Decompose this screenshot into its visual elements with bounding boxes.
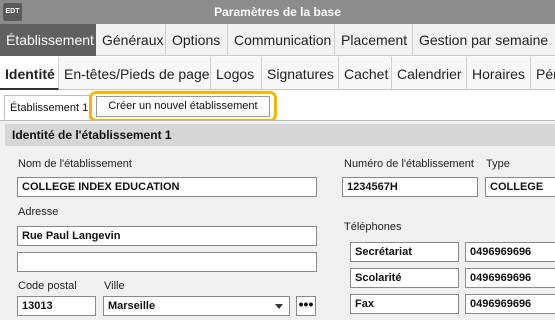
more-options-button[interactable]: ••• xyxy=(296,296,316,316)
phones-label: Téléphones xyxy=(344,221,402,233)
establishment-tab-1[interactable]: Établissement 1 xyxy=(4,95,90,119)
create-establishment-button[interactable]: Créer un nouvel établissement xyxy=(96,96,270,117)
subtab-cachet[interactable]: Cachet xyxy=(339,57,392,90)
type-label: Type xyxy=(486,158,510,170)
phone-label-scolarite: Scolarité xyxy=(350,268,459,288)
section-title: Identité de l'établissement 1 xyxy=(5,124,555,146)
window-title: Paramètres de la base xyxy=(214,5,341,19)
subtab-signatures[interactable]: Signatures xyxy=(262,57,339,90)
name-input[interactable]: COLLEGE INDEX EDUCATION xyxy=(17,177,317,197)
tab-placement[interactable]: Placement xyxy=(335,24,413,56)
phone-label-secretariat: Secrétariat xyxy=(350,242,459,262)
postal-label: Code postal xyxy=(18,280,77,292)
chevron-down-icon xyxy=(275,304,283,309)
subtab-calendrier[interactable]: Calendrier xyxy=(392,57,467,90)
phone-input-secretariat[interactable]: 0496969696 xyxy=(465,242,555,262)
postal-input[interactable]: 13013 xyxy=(17,296,96,316)
tab-communication[interactable]: Communication xyxy=(228,24,335,56)
phone-label-fax: Fax xyxy=(350,294,459,314)
subtab-horaires[interactable]: Horaires xyxy=(467,57,531,90)
type-select[interactable]: COLLEGE xyxy=(485,177,555,197)
subtab-periodes[interactable]: Pér xyxy=(531,57,555,90)
city-select[interactable]: Marseille xyxy=(103,296,290,316)
address-line2-input[interactable] xyxy=(17,252,317,272)
number-label: Numéro de l'établissement xyxy=(344,158,474,170)
tab-etablissement[interactable]: Établissement xyxy=(0,24,96,56)
phone-input-fax[interactable]: 0496969696 xyxy=(465,294,555,314)
phone-input-scolarite[interactable]: 0496969696 xyxy=(465,268,555,288)
address-label: Adresse xyxy=(18,206,59,218)
subtab-entetes[interactable]: En-têtes/Pieds de page xyxy=(59,57,211,90)
city-value: Marseille xyxy=(108,300,156,312)
subtab-identite[interactable]: Identité xyxy=(0,57,59,90)
tab-gestion-par-semaine[interactable]: Gestion par semaine xyxy=(413,24,555,56)
identity-panel xyxy=(0,120,555,320)
name-label: Nom de l'établissement xyxy=(18,158,132,170)
subtab-logos[interactable]: Logos xyxy=(211,57,262,90)
tab-options[interactable]: Options xyxy=(166,24,228,56)
address-line1-input[interactable]: Rue Paul Langevin xyxy=(17,226,317,246)
number-input[interactable]: 1234567H xyxy=(342,177,478,197)
city-label: Ville xyxy=(104,280,125,292)
tab-generaux[interactable]: Généraux xyxy=(96,24,166,56)
